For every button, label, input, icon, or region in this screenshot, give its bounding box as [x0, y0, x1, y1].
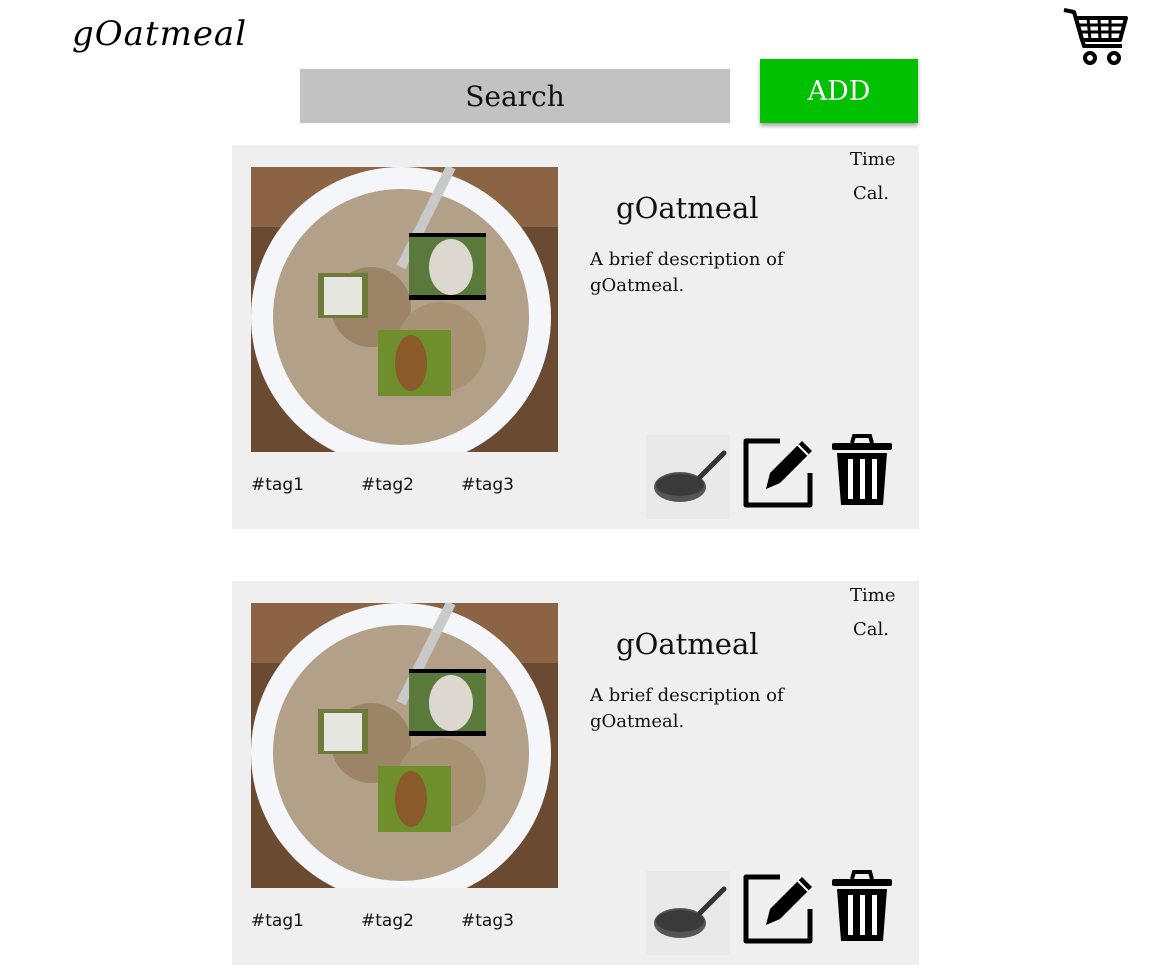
- edit-pencil-icon[interactable]: [740, 433, 818, 511]
- tag-link[interactable]: #tag1: [251, 911, 304, 931]
- tag-link[interactable]: #tag2: [361, 911, 414, 931]
- time-label: Time: [850, 149, 896, 170]
- shopping-cart-icon[interactable]: [1062, 6, 1130, 66]
- add-button[interactable]: ADD: [760, 59, 918, 123]
- recipe-description: A brief description of gOatmeal.: [590, 685, 784, 732]
- recipe-title: gOatmeal: [616, 191, 759, 225]
- recipe-title: gOatmeal: [616, 627, 759, 661]
- tag-link[interactable]: #tag2: [361, 475, 414, 495]
- calories-label: Cal.: [853, 183, 889, 204]
- tag-link[interactable]: #tag3: [461, 911, 514, 931]
- app-logo: gOatmeal: [72, 14, 248, 54]
- frying-pan-icon[interactable]: [646, 435, 730, 519]
- calories-label: Cal.: [853, 619, 889, 640]
- recipe-photo: [251, 167, 558, 452]
- time-label: Time: [850, 585, 896, 606]
- trash-icon[interactable]: [830, 433, 894, 507]
- frying-pan-icon[interactable]: [646, 871, 730, 955]
- tag-link[interactable]: #tag3: [461, 475, 514, 495]
- edit-pencil-icon[interactable]: [740, 869, 818, 947]
- tag-link[interactable]: #tag1: [251, 475, 304, 495]
- trash-icon[interactable]: [830, 869, 894, 943]
- recipe-photo: [251, 603, 558, 888]
- recipe-description: A brief description of gOatmeal.: [590, 249, 784, 296]
- recipe-card: gOatmeal A brief description of gOatmeal…: [232, 581, 919, 965]
- recipe-card: gOatmeal A brief description of gOatmeal…: [232, 145, 919, 529]
- search-input[interactable]: [300, 69, 730, 123]
